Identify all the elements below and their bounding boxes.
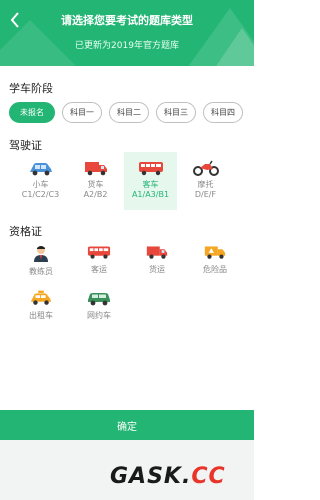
qualification-option-hazmat[interactable]: 危险品 xyxy=(186,238,244,282)
license-code: A1/A3/B1 xyxy=(131,190,170,199)
qualification-option-taxi[interactable]: 出租车 xyxy=(12,284,70,328)
license-label: 摩托 xyxy=(197,180,214,189)
license-code: A2/B2 xyxy=(83,190,108,199)
stage-section-title: 学车阶段 xyxy=(9,82,53,95)
page-subtitle: 已更新为2019年官方题库 xyxy=(75,41,179,51)
qualification-label: 网约车 xyxy=(87,311,111,320)
license-code: C1/C2/C3 xyxy=(21,190,60,199)
header-banner: 请选择您要考试的题库类型 已更新为2019年官方题库 xyxy=(0,0,254,66)
instructor-icon xyxy=(34,246,48,262)
chip-subject-3[interactable]: 科目三 xyxy=(156,102,196,123)
license-label: 货车 xyxy=(87,180,104,189)
license-code: D/E/F xyxy=(194,190,217,199)
qualification-option-freight[interactable]: 货运 xyxy=(128,238,186,282)
chip-subject-1[interactable]: 科目一 xyxy=(62,102,102,123)
ride-hailing-car-icon xyxy=(88,293,110,306)
qualification-option-instructor[interactable]: 教练员 xyxy=(12,238,70,282)
qualification-option-passenger[interactable]: 客运 xyxy=(70,238,128,282)
license-label: 客车 xyxy=(142,180,159,189)
bus-icon xyxy=(87,246,111,259)
chip-subject-4[interactable]: 科目四 xyxy=(203,102,243,123)
qualification-option-ride-hailing[interactable]: 网约车 xyxy=(70,284,128,328)
watermark-logo: GASK.CC xyxy=(110,464,250,494)
truck-icon xyxy=(146,246,168,259)
chip-subject-2[interactable]: 科目二 xyxy=(109,102,149,123)
qualification-label: 客运 xyxy=(91,265,107,274)
page-title: 请选择您要考试的题库类型 xyxy=(61,14,193,27)
qualification-label: 危险品 xyxy=(203,265,227,274)
license-option-motorcycle[interactable]: 摩托 D/E/F xyxy=(179,152,232,210)
license-section-title: 驾驶证 xyxy=(9,139,42,152)
license-option-bus[interactable]: 客车 A1/A3/B1 xyxy=(124,152,177,210)
watermark-accent: CC xyxy=(191,464,226,489)
hazmat-truck-icon xyxy=(204,246,226,259)
confirm-button[interactable]: 确定 xyxy=(0,410,254,440)
qualification-label: 货运 xyxy=(149,265,165,274)
bus-icon xyxy=(138,162,163,176)
stage-chip-group: 未报名 科目一 科目二 科目三 科目四 xyxy=(9,102,243,123)
motorcycle-icon xyxy=(192,160,219,176)
qualification-label: 出租车 xyxy=(29,311,53,320)
chip-not-registered[interactable]: 未报名 xyxy=(9,102,55,123)
watermark-text: GASK. xyxy=(110,464,192,489)
license-option-truck[interactable]: 货车 A2/B2 xyxy=(69,152,122,210)
license-option-car[interactable]: 小车 C1/C2/C3 xyxy=(14,152,67,210)
license-grid: 小车 C1/C2/C3 货车 A2/B2 客车 A1/A3/B1 摩托 D/E/ xyxy=(14,152,232,210)
truck-icon xyxy=(84,162,107,176)
car-icon xyxy=(29,163,52,176)
qualification-grid-row-1: 教练员 客运 货运 危险品 xyxy=(12,238,244,282)
license-label: 小车 xyxy=(32,180,49,189)
taxi-icon xyxy=(30,290,52,305)
qualification-grid-row-2: 出租车 网约车 xyxy=(12,284,128,328)
qualification-section-title: 资格证 xyxy=(9,225,42,238)
qualification-label: 教练员 xyxy=(29,267,53,276)
